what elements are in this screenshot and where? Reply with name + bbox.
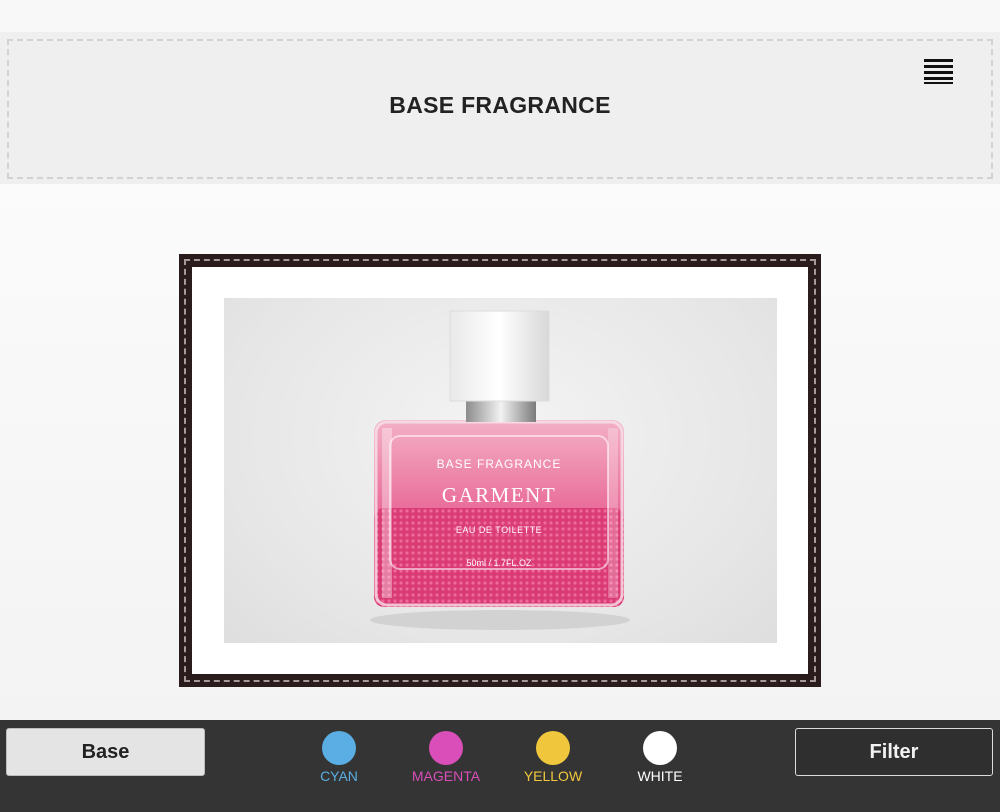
swatch-cyan[interactable]: CYAN	[284, 731, 394, 791]
yellow-color-dot	[536, 731, 570, 765]
swatch-label: WHITE	[637, 768, 683, 784]
base-button[interactable]: Base	[6, 728, 205, 776]
perfume-bottle-image: BASE FRAGRANCE GARMENT EAU DE TOILETTE 5…	[370, 310, 630, 630]
swatch-white[interactable]: WHITE	[605, 731, 715, 791]
swatch-yellow[interactable]: YELLOW	[498, 731, 608, 791]
label-brand: BASE FRAGRANCE	[437, 457, 562, 471]
hamburger-menu-icon[interactable]	[921, 58, 955, 86]
top-strip	[0, 0, 1000, 32]
swatch-label: CYAN	[320, 768, 358, 784]
filter-button[interactable]: Filter	[795, 728, 993, 776]
white-color-dot	[643, 731, 677, 765]
label-name: GARMENT	[442, 483, 556, 507]
swatch-label: YELLOW	[523, 768, 583, 784]
label-type: EAU DE TOILETTE	[456, 525, 542, 535]
magenta-color-dot	[429, 731, 463, 765]
cyan-color-dot	[322, 731, 356, 765]
swatch-label: MAGENTA	[411, 768, 481, 784]
page-title: BASE FRAGRANCE	[389, 92, 611, 118]
product-photo: BASE FRAGRANCE GARMENT EAU DE TOILETTE 5…	[224, 298, 777, 643]
swatch-magenta[interactable]: MAGENTA	[391, 731, 501, 791]
label-volume: 50ml / 1.7FL.OZ	[466, 558, 532, 568]
